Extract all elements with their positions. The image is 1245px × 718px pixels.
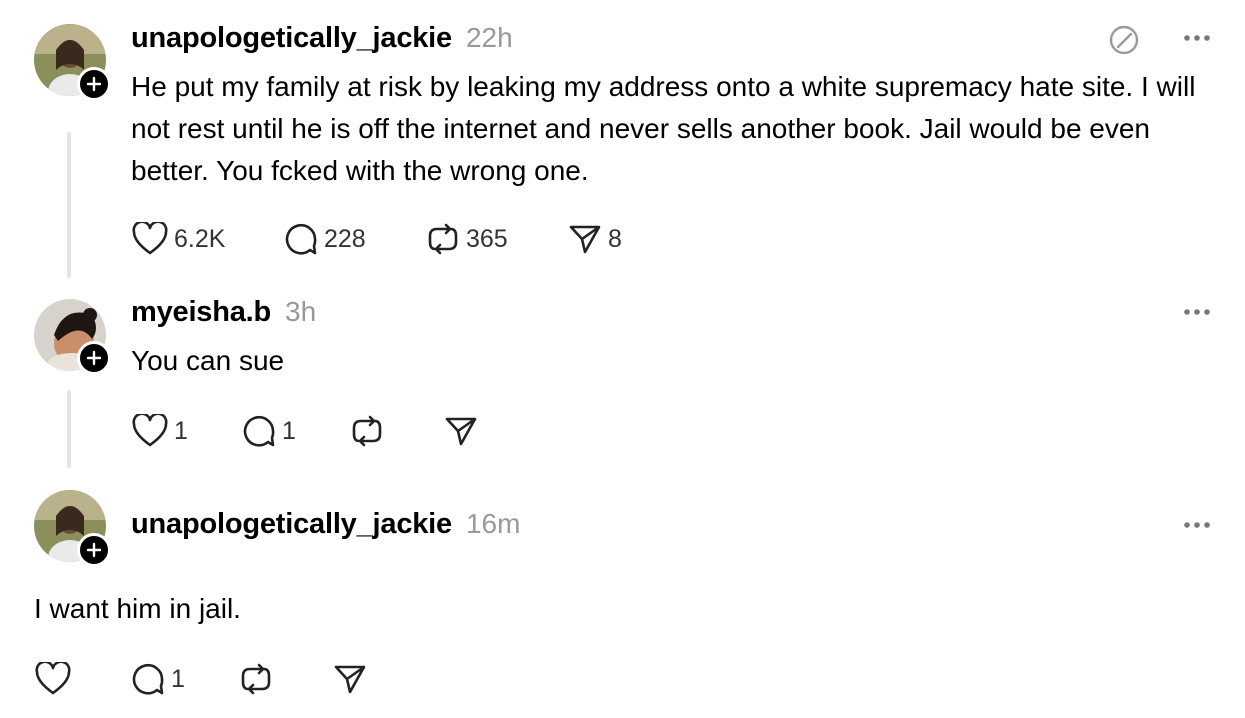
follow-button[interactable]: [77, 533, 111, 567]
like-button[interactable]: 6.2K: [132, 222, 284, 256]
send-icon: [445, 417, 477, 446]
thread-line: [67, 132, 71, 278]
post-3: unapologetically_jackie 16m I want him i…: [0, 480, 1245, 718]
timestamp[interactable]: 16m: [466, 508, 520, 540]
share-button[interactable]: [444, 414, 504, 448]
repost-icon: [428, 223, 458, 255]
post-header: unapologetically_jackie 16m: [131, 508, 520, 541]
plus-icon: [86, 542, 102, 558]
post-1: unapologetically_jackie 22h He put my fa…: [0, 0, 1245, 290]
username[interactable]: myeisha.b: [131, 296, 271, 329]
post-2: myeisha.b 3h You can sue 1 1: [0, 290, 1245, 480]
comment-icon: [132, 663, 164, 695]
heart-icon: [132, 414, 168, 447]
heart-icon: [35, 662, 71, 695]
repost-button[interactable]: [239, 662, 333, 696]
reply-count: 1: [282, 416, 296, 445]
repost-icon: [241, 663, 271, 695]
like-button[interactable]: [35, 662, 131, 696]
repost-button[interactable]: 365: [426, 222, 568, 256]
comment-icon: [243, 415, 275, 447]
timestamp[interactable]: 3h: [285, 296, 316, 328]
reply-button[interactable]: 1: [242, 414, 350, 448]
post-actions: 1 1: [132, 414, 504, 448]
heart-icon: [132, 222, 168, 255]
username[interactable]: unapologetically_jackie: [131, 508, 452, 541]
post-text: You can sue: [131, 345, 285, 376]
more-icon[interactable]: [1183, 308, 1211, 316]
reply-button[interactable]: 228: [284, 222, 426, 256]
share-button[interactable]: 8: [568, 222, 668, 256]
comment-icon: [285, 223, 317, 255]
username[interactable]: unapologetically_jackie: [131, 22, 452, 55]
share-button[interactable]: [333, 662, 393, 696]
send-icon: [569, 225, 601, 254]
share-count: 8: [608, 224, 622, 253]
post-actions: 1: [35, 662, 393, 696]
like-button[interactable]: 1: [132, 414, 242, 448]
more-icon[interactable]: [1183, 34, 1211, 42]
send-icon: [334, 665, 366, 694]
post-header: unapologetically_jackie 22h: [131, 22, 513, 55]
edit-icon[interactable]: [1108, 24, 1140, 56]
repost-button[interactable]: [350, 414, 444, 448]
like-count: 1: [174, 416, 188, 445]
post-header: myeisha.b 3h: [131, 296, 316, 329]
reply-count: 1: [171, 664, 185, 693]
repost-count: 365: [466, 224, 508, 253]
more-icon[interactable]: [1183, 521, 1211, 529]
repost-icon: [352, 415, 382, 447]
reply-button[interactable]: 1: [131, 662, 239, 696]
post-actions: 6.2K 228 365 8: [132, 222, 668, 256]
thread-line: [67, 390, 71, 468]
post-text: He put my family at risk by leaking my a…: [131, 71, 1196, 186]
follow-button[interactable]: [77, 341, 111, 375]
post-text: I want him in jail.: [34, 593, 241, 624]
reply-count: 228: [324, 224, 366, 253]
plus-icon: [86, 76, 102, 92]
follow-button[interactable]: [77, 67, 111, 101]
plus-icon: [86, 350, 102, 366]
like-count: 6.2K: [174, 224, 226, 253]
timestamp[interactable]: 22h: [466, 22, 513, 54]
